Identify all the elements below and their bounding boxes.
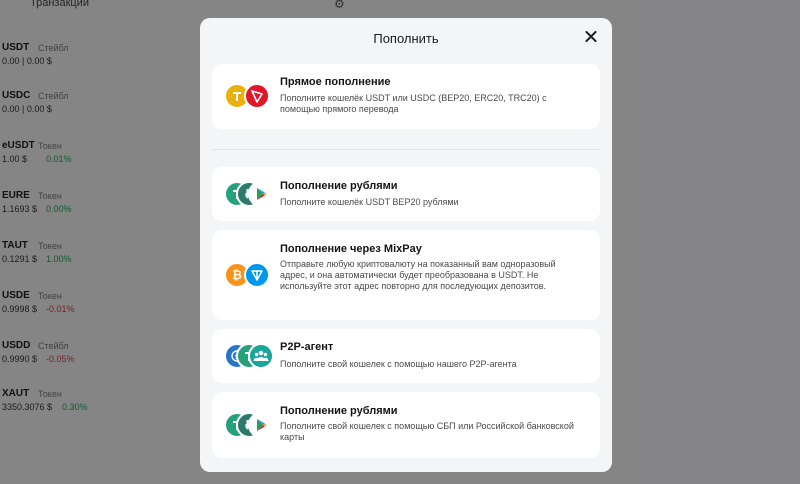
option-description: Пополните кошелёк USDT BEP20 рублями (280, 197, 459, 207)
option-title: Пополнение рублями (280, 180, 398, 192)
option-icons: $ (224, 343, 274, 369)
play-store-icon (248, 181, 274, 207)
option-description: Пополните свой кошелек с помощью нашего … (280, 359, 517, 369)
option-description: Пополните кошелёк USDT или USDC (BEP20, … (280, 93, 547, 114)
option-ruble-deposit[interactable]: ₽ Пополнение рублями Пополните кошелёк U… (212, 167, 600, 221)
option-icons (224, 83, 272, 109)
option-icons: ₽ (224, 412, 274, 438)
option-title: Прямое пополнение (280, 76, 391, 88)
option-title: P2P-агент (280, 341, 334, 353)
option-description: Отправьте любую криптовалюту на показанн… (280, 259, 556, 291)
deposit-modal: Пополнить Прямое пополнение Пополните ко… (200, 18, 612, 472)
option-mixpay-deposit[interactable]: ₿ Пополнение через MixPay Отправьте любу… (212, 230, 600, 320)
people-icon (248, 343, 274, 369)
option-icons: ₽ (224, 181, 274, 207)
option-title: Пополнение через MixPay (280, 243, 422, 255)
option-icons: ₿ (224, 262, 272, 288)
close-icon[interactable] (581, 27, 601, 47)
option-p2p-agent[interactable]: $ P2P-агент Пополните свой кошелек с пом… (212, 329, 600, 383)
ton-icon (244, 262, 270, 288)
divider (212, 149, 600, 150)
option-title: Пополнение рублями (280, 405, 398, 417)
modal-title: Пополнить (373, 31, 439, 46)
tron-icon (244, 83, 270, 109)
option-description: Пополните свой кошелек с помощью СБП или… (280, 421, 574, 442)
play-store-icon (248, 412, 274, 438)
option-ruble-card-deposit[interactable]: ₽ Пополнение рублями Пополните свой коше… (212, 392, 600, 458)
option-direct-deposit[interactable]: Прямое пополнение Пополните кошелёк USDT… (212, 64, 600, 129)
